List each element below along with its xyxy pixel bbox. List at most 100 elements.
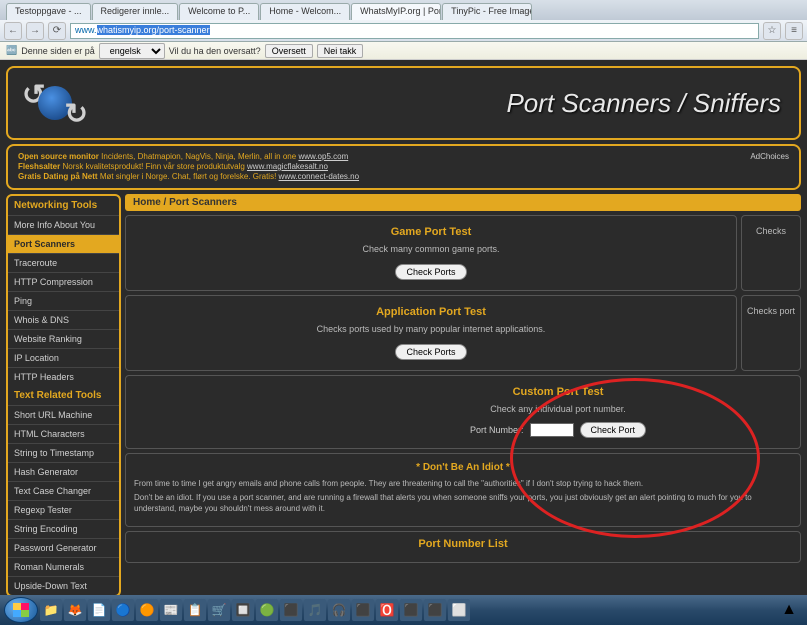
ad-text: Norsk kvalitetsprodukt! Finn vår store p… [62, 162, 244, 171]
translate-text: Denne siden er på [21, 46, 95, 56]
sidebar-item-short-url[interactable]: Short URL Machine [8, 405, 119, 424]
warning-p1: From time to time I get angry emails and… [134, 479, 792, 489]
game-port-title: Game Port Test [136, 226, 726, 238]
sidebar-item-ping[interactable]: Ping [8, 291, 119, 310]
taskbar-app-icon[interactable]: 🟢 [256, 599, 278, 621]
sidebar-item-more-info[interactable]: More Info About You [8, 215, 119, 234]
taskbar-app-icon[interactable]: 🔵 [112, 599, 134, 621]
ad-label: Gratis Dating på Nett [18, 172, 98, 181]
sidebar-item-text-case[interactable]: Text Case Changer [8, 481, 119, 500]
app-port-desc: Checks ports used by many popular intern… [136, 324, 726, 334]
translate-button[interactable]: Oversett [265, 44, 313, 58]
translate-dismiss-button[interactable]: Nei takk [317, 44, 364, 58]
sidebar-item-http-headers[interactable]: HTTP Headers [8, 367, 119, 386]
game-port-desc: Check many common game ports. [136, 244, 726, 254]
ad-link[interactable]: www.magicflakesalt.no [247, 162, 328, 171]
custom-check-button[interactable]: Check Port [580, 422, 647, 438]
url-input[interactable]: www.whatismyip.org/port-scanner [70, 23, 759, 39]
taskbar-app-icon[interactable]: 📁 [40, 599, 62, 621]
port-list-title: Port Number List [132, 538, 794, 550]
port-number-input[interactable] [530, 423, 574, 437]
taskbar-app-icon[interactable]: ⬛ [280, 599, 302, 621]
ad-link[interactable]: www.op5.com [298, 152, 348, 161]
sidebar-item-traceroute[interactable]: Traceroute [8, 253, 119, 272]
taskbar-app-icon[interactable]: ⬜ [448, 599, 470, 621]
browser-tab[interactable]: Home - Welcom... [260, 3, 350, 20]
header-panel: ↻ ↻ Port Scanners / Sniffers [6, 66, 801, 140]
browser-tab-strip: Testoppgave - ... Redigerer innle... Wel… [0, 0, 807, 20]
sidebar-item-website-ranking[interactable]: Website Ranking [8, 329, 119, 348]
sidebar-item-password-gen[interactable]: Password Generator [8, 538, 119, 557]
taskbar-app-icon[interactable]: 🔲 [232, 599, 254, 621]
adchoices-link[interactable]: AdChoices [750, 152, 789, 161]
app-port-title: Application Port Test [136, 306, 726, 318]
game-port-box: Game Port Test Check many common game po… [125, 215, 737, 291]
reload-button[interactable]: ⟳ [48, 22, 66, 40]
breadcrumb: Home / Port Scanners [125, 194, 801, 211]
sidebar-item-port-scanners[interactable]: Port Scanners [8, 234, 119, 253]
taskbar-app-icon[interactable]: 🎵 [304, 599, 326, 621]
translate-icon: 🔤 [6, 45, 17, 56]
taskbar-app-icon[interactable]: ⬛ [352, 599, 374, 621]
url-selection: whatismyip.org/port-scanner [97, 25, 210, 35]
sidebar-item-string-encoding[interactable]: String Encoding [8, 519, 119, 538]
url-prefix: www. [75, 25, 97, 35]
taskbar-app-icon[interactable]: 🎧 [328, 599, 350, 621]
forward-button[interactable]: → [26, 22, 44, 40]
browser-tab[interactable]: TinyPic - Free Image Host... [442, 3, 532, 20]
warning-box: * Don't Be An Idiot * From time to time … [125, 453, 801, 527]
taskbar-app-icon[interactable]: ⬛ [400, 599, 422, 621]
ad-label: Open source monitor [18, 152, 99, 161]
back-button[interactable]: ← [4, 22, 22, 40]
sidebar-item-whois[interactable]: Whois & DNS [8, 310, 119, 329]
taskbar-app-icon[interactable]: 📋 [184, 599, 206, 621]
taskbar-app-icon[interactable]: 📄 [88, 599, 110, 621]
browser-tab[interactable]: Redigerer innle... [92, 3, 179, 20]
sidebar-item-regexp-tester[interactable]: Regexp Tester [8, 500, 119, 519]
sidebar-item-html-chars[interactable]: HTML Characters [8, 424, 119, 443]
translate-lang-select[interactable]: engelsk [99, 43, 165, 59]
browser-tab[interactable]: Welcome to P... [179, 3, 259, 20]
port-number-label: Port Number: [470, 425, 524, 435]
browser-tab[interactable]: WhatsMyIP.org | Port Scan... [351, 3, 441, 20]
app-side-box: Checks port [741, 295, 801, 371]
game-check-button[interactable]: Check Ports [395, 264, 466, 280]
start-button[interactable] [4, 597, 38, 623]
bookmark-icon[interactable]: ☆ [763, 22, 781, 40]
taskbar-app-icon[interactable]: 🛒 [208, 599, 230, 621]
sidebar-item-hash-generator[interactable]: Hash Generator [8, 462, 119, 481]
sidebar: Networking Tools More Info About You Por… [6, 194, 121, 597]
translate-bar: 🔤 Denne siden er på engelsk Vil du ha de… [0, 42, 807, 60]
taskbar-app-icon[interactable]: 🟠 [136, 599, 158, 621]
tray-icon[interactable]: ▲ [781, 601, 797, 619]
app-port-box: Application Port Test Checks ports used … [125, 295, 737, 371]
sidebar-item-roman-numerals[interactable]: Roman Numerals [8, 557, 119, 576]
menu-icon[interactable]: ≡ [785, 22, 803, 40]
sidebar-item-http-compression[interactable]: HTTP Compression [8, 272, 119, 291]
address-bar: ← → ⟳ www.whatismyip.org/port-scanner ☆ … [0, 20, 807, 42]
translate-question: Vil du ha den oversatt? [169, 46, 261, 56]
taskbar-app-icon[interactable]: 📰 [160, 599, 182, 621]
ad-text: Møt singler i Norge. Chat, flørt og fore… [100, 172, 277, 181]
windows-taskbar: 📁 🦊 📄 🔵 🟠 📰 📋 🛒 🔲 🟢 ⬛ 🎵 🎧 ⬛ 🅾️ ⬛ ⬛ ⬜ ▲ [0, 595, 807, 625]
app-check-button[interactable]: Check Ports [395, 344, 466, 360]
warning-title: * Don't Be An Idiot * [134, 462, 792, 473]
sidebar-item-upside-down[interactable]: Upside-Down Text [8, 576, 119, 595]
taskbar-app-icon[interactable]: 🅾️ [376, 599, 398, 621]
system-tray[interactable]: ▲ [781, 601, 803, 619]
browser-tab[interactable]: Testoppgave - ... [6, 3, 91, 20]
sidebar-item-ip-location[interactable]: IP Location [8, 348, 119, 367]
game-side-box: Checks [741, 215, 801, 291]
page-title: Port Scanners / Sniffers [506, 88, 781, 119]
taskbar-app-icon[interactable]: 🦊 [64, 599, 86, 621]
custom-port-box: Custom Port Test Check any individual po… [125, 375, 801, 449]
sidebar-heading-networking: Networking Tools [8, 196, 119, 215]
sidebar-item-string-timestamp[interactable]: String to Timestamp [8, 443, 119, 462]
taskbar-app-icon[interactable]: ⬛ [424, 599, 446, 621]
ad-link[interactable]: www.connect-dates.no [279, 172, 360, 181]
content-area: Home / Port Scanners Game Port Test Chec… [125, 194, 801, 597]
sidebar-heading-text-tools: Text Related Tools [8, 386, 119, 405]
custom-port-title: Custom Port Test [326, 386, 790, 398]
page-body: ↻ ↻ Port Scanners / Sniffers AdChoices O… [0, 60, 807, 595]
site-logo[interactable]: ↻ ↻ [26, 80, 84, 126]
